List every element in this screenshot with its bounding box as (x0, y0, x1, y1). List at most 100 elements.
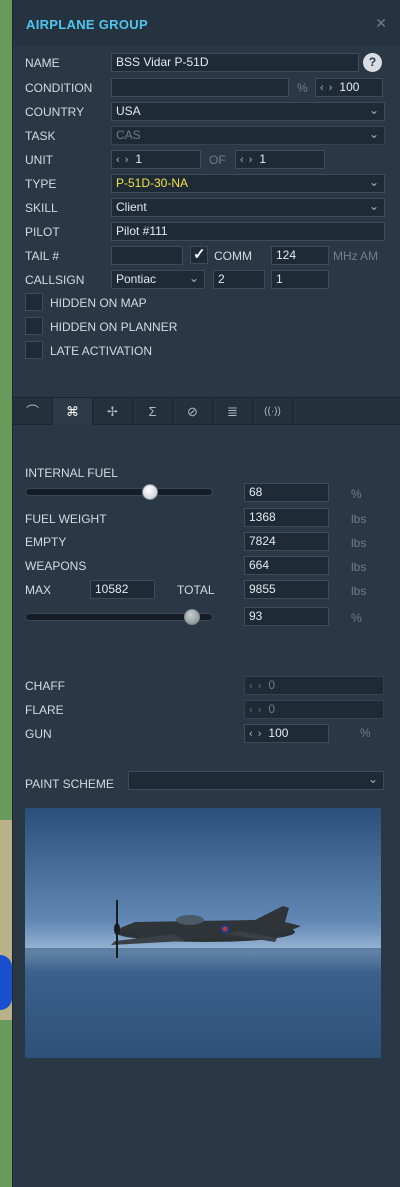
weight-load-slider (25, 609, 213, 625)
failures-icon: ⊘ (187, 404, 198, 419)
internal-fuel-slider[interactable] (25, 484, 213, 500)
chaff-stepper[interactable]: ‹ › 0 (244, 676, 384, 695)
fuel-weight-field: 1368 (244, 508, 329, 527)
chevron-down-icon: ⌄ (368, 103, 379, 117)
condition-label: CONDITION (25, 81, 93, 95)
callsign-label: CALLSIGN (25, 273, 85, 287)
late-activation-checkbox[interactable] (25, 341, 43, 359)
slider-knob (184, 609, 201, 625)
paint-scheme-label: PAINT SCHEME (25, 777, 114, 791)
empty-weight-unit: lbs (351, 536, 367, 550)
comm-checkbox[interactable] (190, 245, 208, 264)
pilot-label: PILOT (25, 225, 60, 239)
total-label: TOTAL (177, 583, 215, 597)
hidden-on-map-checkbox[interactable] (25, 293, 43, 311)
internal-fuel-field[interactable]: 68 (244, 483, 329, 502)
fuel-weight-unit: lbs (351, 512, 367, 526)
task-label: TASK (25, 129, 56, 143)
weapons-weight-unit: lbs (351, 560, 367, 574)
flare-stepper[interactable]: ‹ › 0 (244, 700, 384, 719)
route-icon: ⌒ (25, 404, 39, 419)
unit-label: UNIT (25, 153, 53, 167)
unit-of-stepper[interactable]: ‹ › 1 (235, 150, 325, 169)
of-label: OF (209, 153, 226, 167)
tab-waypoints[interactable]: ✢ (93, 398, 133, 425)
summary-icon: Σ (148, 404, 157, 419)
gun-stepper[interactable]: ‹ › 100 (244, 724, 329, 743)
panel-header: AIRPLANE GROUP ✕ (13, 0, 400, 46)
type-value: P-51D-30-NA (116, 176, 189, 190)
slider-knob[interactable] (141, 484, 158, 500)
tab-radio[interactable]: ((·)) (253, 398, 293, 425)
callsign-value: Pontiac (116, 272, 157, 286)
callsign-select[interactable]: Pontiac ⌄ (111, 270, 205, 289)
skill-label: SKILL (25, 201, 58, 215)
chevron-down-icon: ⌄ (188, 271, 199, 285)
stepper-arrows-icon[interactable]: ‹ › (249, 728, 262, 740)
chevron-down-icon: ⌄ (368, 127, 379, 141)
empty-weight-field: 7824 (244, 532, 329, 551)
tab-failures[interactable]: ⊘ (173, 398, 213, 425)
skill-value: Client (116, 200, 147, 214)
type-label: TYPE (25, 177, 57, 191)
task-value: CAS (116, 128, 141, 142)
hidden-on-map-label: HIDDEN ON MAP (50, 296, 147, 310)
tail-field[interactable] (111, 246, 183, 265)
aircraft-preview-image (25, 808, 381, 1058)
total-weight-unit: lbs (351, 584, 367, 598)
condition-field[interactable] (111, 78, 289, 97)
skill-select[interactable]: Client ⌄ (111, 198, 385, 217)
chaff-label: CHAFF (25, 679, 65, 693)
country-select[interactable]: USA ⌄ (111, 102, 385, 121)
briefing-icon: ≣ (227, 404, 238, 419)
hidden-on-planner-checkbox[interactable] (25, 317, 43, 335)
map-unit-marker[interactable] (0, 955, 12, 1010)
radio-icon: ((·)) (264, 406, 281, 417)
condition-unit: % (297, 81, 308, 95)
tail-label: TAIL # (25, 249, 60, 263)
empty-label: EMPTY (25, 535, 67, 549)
tab-route[interactable]: ⌒ (13, 398, 53, 425)
condition-stepper[interactable]: ‹ › 100 (315, 78, 383, 97)
pilot-field[interactable]: Pilot #111 (111, 222, 385, 241)
tab-bar: ⌒ ⌘ ✢ Σ ⊘ ≣ ((·)) (13, 397, 400, 425)
map-background[interactable] (0, 0, 12, 1187)
weapons-weight-field: 664 (244, 556, 329, 575)
chevron-down-icon: ⌄ (367, 772, 378, 786)
max-weight-field: 10582 (90, 580, 155, 599)
close-icon[interactable]: ✕ (375, 15, 387, 32)
callsign-flight-field[interactable]: 1 (271, 270, 329, 289)
weight-load-field: 93 (244, 607, 329, 626)
internal-fuel-unit: % (351, 487, 362, 501)
chaff-value: 0 (268, 678, 276, 692)
unit-value: 1 (135, 152, 143, 166)
late-activation-label: LATE ACTIVATION (50, 344, 153, 358)
weight-load-unit: % (351, 611, 362, 625)
country-value: USA (116, 104, 141, 118)
task-select[interactable]: CAS ⌄ (111, 126, 385, 145)
gun-unit: % (360, 726, 371, 740)
tab-summary[interactable]: Σ (133, 398, 173, 425)
comm-frequency-field[interactable]: 124 (271, 246, 329, 265)
name-field[interactable]: BSS Vidar P-51D (111, 53, 359, 72)
stepper-arrows-icon[interactable]: ‹ › (320, 82, 333, 94)
max-label: MAX (25, 583, 52, 597)
type-select[interactable]: P-51D-30-NA ⌄ (111, 174, 385, 193)
comm-label: COMM (214, 249, 252, 263)
tab-briefing[interactable]: ≣ (213, 398, 253, 425)
paint-scheme-select[interactable]: ⌄ (128, 771, 384, 790)
comm-modulation[interactable]: AM (360, 249, 378, 263)
unit-of-value: 1 (259, 152, 267, 166)
help-icon[interactable]: ? (363, 53, 382, 72)
flare-value: 0 (268, 702, 276, 716)
stepper-arrows-icon: ‹ › (249, 680, 263, 692)
payload-icon: ⌘ (66, 404, 79, 419)
tab-payload[interactable]: ⌘ (53, 398, 93, 425)
gun-label: GUN (25, 727, 52, 741)
stepper-arrows-icon[interactable]: ‹ › (116, 154, 129, 166)
weapons-label: WEAPONS (25, 559, 87, 573)
panel-title: AIRPLANE GROUP (26, 17, 148, 32)
callsign-number-field[interactable]: 2 (213, 270, 265, 289)
unit-stepper[interactable]: ‹ › 1 (111, 150, 201, 169)
stepper-arrows-icon[interactable]: ‹ › (240, 154, 253, 166)
